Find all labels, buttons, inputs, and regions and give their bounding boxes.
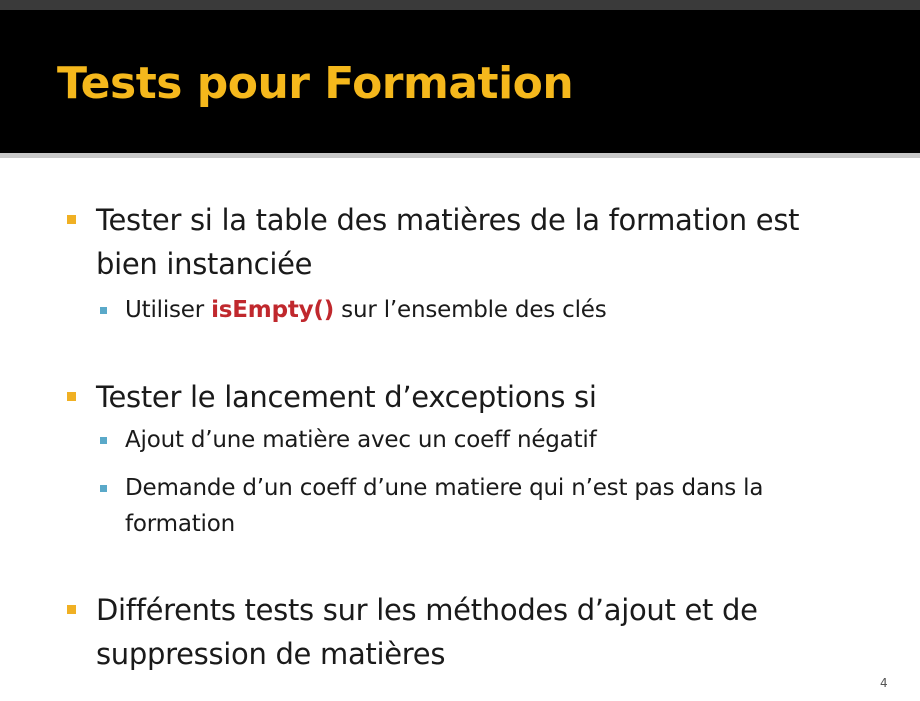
- slide-title: Tests pour Formation: [57, 58, 574, 109]
- sub-bullet-prefix: Utiliser: [125, 297, 212, 323]
- sub-bullet-square-icon: [100, 437, 107, 444]
- title-divider: [0, 153, 920, 158]
- sub-bullet-text: Utiliser isEmpty() sur l’ensemble des cl…: [125, 292, 845, 328]
- bullet-square-icon: [67, 605, 76, 614]
- sub-bullet-square-icon: [100, 485, 107, 492]
- bullet-square-icon: [67, 215, 76, 224]
- page-number: 4: [880, 676, 888, 690]
- sub-bullet-square-icon: [100, 307, 107, 314]
- bullet-text-line: bien instanciée: [96, 247, 313, 281]
- sub-bullet-text: Ajout d’une matière avec un coeff négati…: [125, 427, 597, 453]
- sub-bullet-text-line: formation: [125, 511, 235, 537]
- code-keyword: isEmpty(): [211, 297, 335, 323]
- bullet-text: Tester le lancement d’exceptions si: [96, 380, 597, 414]
- window-top-strip: [0, 0, 920, 10]
- bullet-text: Tester si la table des matières de la fo…: [96, 198, 856, 286]
- bullet-square-icon: [67, 392, 76, 401]
- bullet-text-line: Tester si la table des matières de la fo…: [96, 203, 800, 237]
- bullet-text-line: Différents tests sur les méthodes d’ajou…: [96, 593, 758, 627]
- sub-bullet-suffix: sur l’ensemble des clés: [334, 297, 607, 323]
- sub-bullet-text: Demande d’un coeff d’une matiere qui n’e…: [125, 470, 845, 542]
- bullet-text-line: suppression de matières: [96, 637, 446, 671]
- sub-bullet-text-line: Demande d’un coeff d’une matiere qui n’e…: [125, 475, 764, 501]
- bullet-text: Différents tests sur les méthodes d’ajou…: [96, 588, 856, 676]
